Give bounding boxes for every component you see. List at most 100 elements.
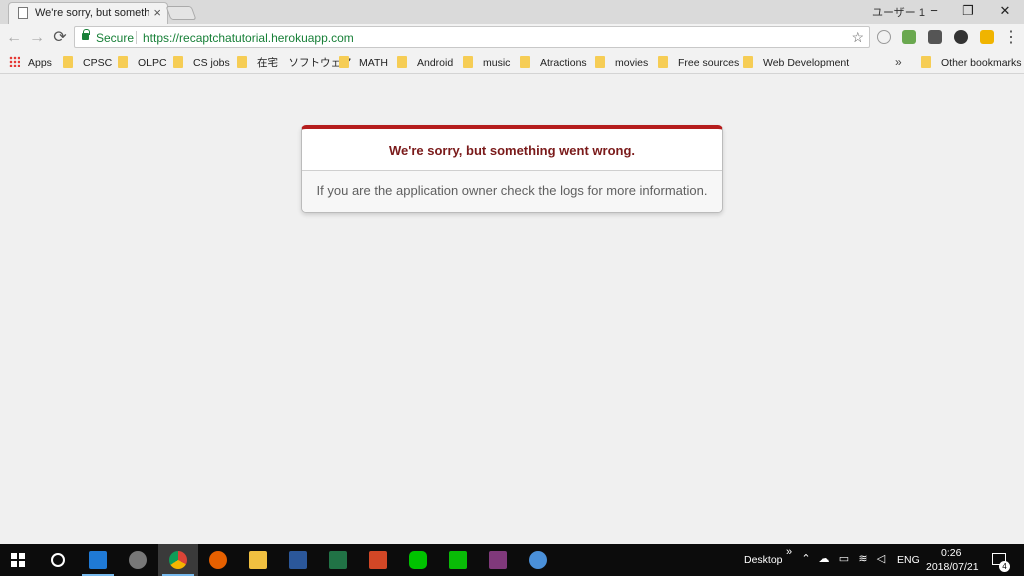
clock-date[interactable]: 2018/07/21 <box>926 561 979 573</box>
start-button[interactable] <box>0 544 40 576</box>
folder-icon <box>237 56 247 68</box>
extension-dark-icon[interactable] <box>928 30 942 44</box>
profile-name[interactable]: ユーザー 1 <box>872 4 925 20</box>
taskbar-app[interactable] <box>118 544 158 576</box>
back-button[interactable]: ← <box>4 28 24 48</box>
error-message: If you are the application owner check t… <box>302 171 722 212</box>
divider <box>136 31 137 44</box>
error-dialog: We're sorry, but something went wrong. I… <box>301 125 723 213</box>
bookmark-folder[interactable]: Web Development <box>743 56 849 70</box>
minimize-button[interactable]: − <box>924 3 944 19</box>
extension-circle-icon[interactable] <box>877 30 891 44</box>
battery-icon[interactable]: ▭ <box>838 553 850 565</box>
wechat-icon <box>449 551 467 569</box>
volume-icon[interactable]: ◁ <box>875 553 887 565</box>
wifi-icon[interactable]: ≋ <box>857 553 869 565</box>
taskbar-powerpoint[interactable] <box>358 544 398 576</box>
browser-tab[interactable]: We're sorry, but something went wrong × <box>8 2 168 24</box>
line-icon <box>409 551 427 569</box>
bookmark-label: Web Development <box>763 57 850 69</box>
menu-icon[interactable]: ⋮ <box>1001 28 1021 48</box>
bookmark-apps[interactable]: Apps <box>9 56 52 70</box>
bookmark-folder[interactable]: Atractions <box>520 56 587 70</box>
cortana-button[interactable] <box>38 544 78 576</box>
folder-icon <box>339 56 349 68</box>
folder-icon <box>249 551 267 569</box>
clock-time[interactable]: 0:26 <box>941 547 961 559</box>
bookmarks-overflow-button[interactable]: » <box>895 55 902 69</box>
bookmark-label: music <box>483 57 511 69</box>
bookmark-folder[interactable]: movies <box>595 56 648 70</box>
restore-button[interactable]: ❐ <box>958 3 978 19</box>
other-bookmarks[interactable]: Other bookmarks <box>921 56 1022 70</box>
bookmark-label: CPSC <box>83 57 113 69</box>
secure-label[interactable]: Secure <box>96 31 134 45</box>
taskbar-file-explorer[interactable] <box>238 544 278 576</box>
folder-icon <box>118 56 128 68</box>
firefox-icon <box>209 551 227 569</box>
onedrive-icon[interactable]: ☁ <box>818 553 830 565</box>
taskbar-paint[interactable] <box>518 544 558 576</box>
folder-icon <box>658 56 668 68</box>
folder-icon <box>743 56 753 68</box>
taskbar-firefox[interactable] <box>198 544 238 576</box>
bookmark-folder[interactable]: CS jobs <box>173 56 230 70</box>
tab-title: We're sorry, but something went wrong <box>35 7 149 19</box>
folder-icon <box>463 56 473 68</box>
bookmark-folder[interactable]: music <box>463 56 510 70</box>
taskbar-word[interactable] <box>278 544 318 576</box>
url-text[interactable]: https://recaptchatutorial.herokuapp.com <box>143 31 354 45</box>
extension-person-icon[interactable] <box>980 30 994 44</box>
language-indicator[interactable]: ENG <box>897 554 920 566</box>
bookmark-label: Other bookmarks <box>941 57 1022 69</box>
apps-grid-icon <box>9 56 20 67</box>
close-window-button[interactable]: ✕ <box>995 3 1015 19</box>
bookmark-folder[interactable]: CPSC <box>63 56 112 70</box>
bookmarks-bar: Apps CPSC OLPC CS jobs 在宅 ソフトウェア MATH An… <box>0 52 1024 74</box>
bookmark-label: MATH <box>359 57 388 69</box>
bookmark-folder[interactable]: MATH <box>339 56 388 70</box>
taskbar: Desktop » ⌃ ☁ ▭ ≋ ◁ ENG 0:26 2018/07/21 … <box>0 544 1024 576</box>
bookmark-star-icon[interactable]: ☆ <box>851 29 864 46</box>
folder-icon <box>520 56 530 68</box>
error-heading: We're sorry, but something went wrong. <box>302 129 722 171</box>
forward-button[interactable]: → <box>27 28 47 48</box>
page-icon <box>18 7 28 19</box>
folder-icon <box>595 56 605 68</box>
address-bar[interactable]: Secure https://recaptchatutorial.herokua… <box>74 26 870 48</box>
chrome-icon <box>169 551 187 569</box>
chevron-up-icon[interactable]: ⌃ <box>800 553 812 565</box>
bookmark-folder[interactable]: Free sources <box>658 56 739 70</box>
bookmark-folder[interactable]: OLPC <box>118 56 167 70</box>
bookmark-folder[interactable]: Android <box>397 56 453 70</box>
cortana-icon <box>51 553 65 567</box>
bookmark-folder[interactable]: 在宅 ソフトウェア <box>237 56 352 70</box>
tab-close-icon[interactable]: × <box>153 6 161 20</box>
reload-button[interactable]: ⟳ <box>50 28 70 48</box>
bookmark-label: 在宅 ソフトウェア <box>257 57 352 69</box>
notification-count: 4 <box>999 561 1010 572</box>
vscode-icon <box>89 551 107 569</box>
powerpoint-icon <box>369 551 387 569</box>
browser-toolbar: ← → ⟳ Secure https://recaptchatutorial.h… <box>0 24 1024 52</box>
bookmark-label: Free sources <box>678 57 740 69</box>
bookmark-label: movies <box>615 57 649 69</box>
taskbar-onenote[interactable] <box>478 544 518 576</box>
lock-icon <box>82 29 90 40</box>
desktop-overflow-icon[interactable]: » <box>786 546 792 558</box>
taskbar-excel[interactable] <box>318 544 358 576</box>
extension-hex-icon[interactable] <box>954 30 968 44</box>
taskbar-chrome[interactable] <box>158 544 198 576</box>
desktop-toolbar-label[interactable]: Desktop <box>744 554 783 566</box>
excel-icon <box>329 551 347 569</box>
extension-green-icon[interactable] <box>902 30 916 44</box>
title-bar: We're sorry, but something went wrong × … <box>0 0 1024 24</box>
bookmark-label: Apps <box>28 57 52 69</box>
bookmark-label: CS jobs <box>193 57 230 69</box>
paint-icon <box>529 551 547 569</box>
taskbar-vscode[interactable] <box>78 544 118 576</box>
bookmark-label: OLPC <box>138 57 167 69</box>
new-tab-button[interactable] <box>165 6 197 20</box>
taskbar-line[interactable] <box>398 544 438 576</box>
taskbar-wechat[interactable] <box>438 544 478 576</box>
